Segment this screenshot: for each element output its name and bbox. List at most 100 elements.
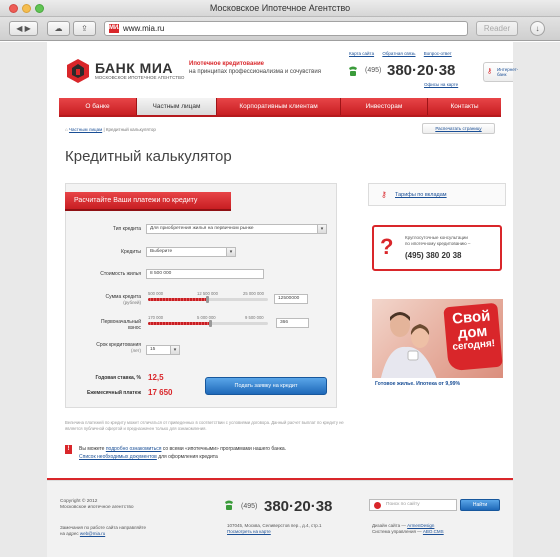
programs-link[interactable]: подробно ознакомиться xyxy=(106,446,162,452)
apply-for-loan-button[interactable]: Подать заявку на кредит xyxy=(205,377,327,395)
down-payment-slider-handle[interactable] xyxy=(209,320,213,327)
consult-text-1: Круглосуточные консультации xyxy=(405,235,468,240)
consult-block: ? Круглосуточные консультации по ипотечн… xyxy=(372,225,502,271)
footer xyxy=(47,480,513,557)
exclamation-icon: ! xyxy=(65,445,72,454)
down-payment-slider-fill xyxy=(148,322,211,325)
consult-phone: (495) 380 20 38 xyxy=(405,251,462,260)
footer-phone-number: 380·20·38 xyxy=(264,498,333,515)
loan-amount-slider-handle[interactable] xyxy=(205,296,209,303)
print-page-button[interactable]: Распечатать страницу xyxy=(422,123,495,134)
chevron-down-icon: ▾ xyxy=(317,225,326,233)
window-titlebar: Московское Ипотечное Агентство xyxy=(0,0,560,17)
loan-type-value: Для приобретения жилья на первичном рынк… xyxy=(150,226,254,231)
chevron-down-icon: ▾ xyxy=(170,346,179,354)
disclaimer-note: Величина платежей по кредиту может отлич… xyxy=(65,420,344,431)
header-phone-number: 380·20·38 xyxy=(387,62,456,79)
offices-map-link[interactable]: Офисы на карте xyxy=(424,82,458,87)
search-button[interactable]: Найти xyxy=(460,499,500,511)
internet-bank-label-2: банк xyxy=(497,72,507,77)
nav-item-contacts[interactable]: Контакты xyxy=(428,98,501,115)
faq-link[interactable]: Вопрос-ответ xyxy=(424,51,452,56)
cms-link[interactable]: ABO.CMS xyxy=(423,529,444,534)
page-title: Кредитный калькулятор xyxy=(65,148,232,165)
map-link[interactable]: Посмотреть на карте xyxy=(227,529,271,534)
property-cost-input[interactable]: 8 500 000 xyxy=(146,269,264,279)
search-placeholder: Поиск по сайту xyxy=(386,502,420,507)
promo-caption[interactable]: Готовое жилье. Ипотека от 9,99% xyxy=(372,378,503,391)
share-icon: ⇪ xyxy=(81,24,88,33)
credits-value: Выберите xyxy=(150,249,173,254)
loan-type-select[interactable]: Для приобретения жилья на первичном рынк… xyxy=(146,224,327,234)
back-icon[interactable]: ◀ xyxy=(16,24,22,33)
phone-icon xyxy=(225,500,233,510)
credits-select[interactable]: Выберите ▾ xyxy=(146,247,236,257)
browser-toolbar: ◀ ▶ ☁ ⇪ МИА www.mia.ru Reader ↓ xyxy=(0,17,560,41)
forward-icon[interactable]: ▶ xyxy=(25,24,31,33)
question-icon: ? xyxy=(380,234,394,259)
down-payment-label-2: взнос xyxy=(128,325,141,331)
downloads-icon[interactable]: ↓ xyxy=(530,21,545,36)
down-payment-label: Первоначальный взнос xyxy=(61,319,141,331)
email-link[interactable]: web@mia.ru xyxy=(80,531,105,536)
tariffs-link[interactable]: Тарифы по вкладам xyxy=(395,192,447,198)
loan-amount-input[interactable]: 12500000 xyxy=(274,294,308,304)
nav-item-private[interactable]: Частным лицам xyxy=(137,98,217,115)
loan-amount-slider[interactable] xyxy=(148,296,268,303)
breadcrumb-link[interactable]: Частным лицам xyxy=(69,127,102,132)
share-button[interactable]: ⇪ xyxy=(73,21,96,36)
home-icon[interactable]: ⌂ xyxy=(65,127,68,132)
favicon-icon: МИА xyxy=(109,24,123,33)
credits-label: Кредиты xyxy=(121,249,141,255)
calculator-header: Расчитайте Ваши платежи по кредиту xyxy=(65,192,231,209)
footer-mail: Замечания по работе сайта направляйте на… xyxy=(60,525,146,537)
feedback-link[interactable]: Обратная связь xyxy=(382,51,415,56)
calculator-header-shadow xyxy=(65,209,231,211)
nav-item-corporate[interactable]: Корпоративным клиентам xyxy=(217,98,341,115)
rate-value: 12,5 xyxy=(148,373,164,382)
nav-item-investors[interactable]: Инвесторам xyxy=(341,98,428,115)
down-payment-slider[interactable] xyxy=(148,320,268,327)
header-phone-code: (495) xyxy=(365,67,382,74)
address-bar[interactable]: МИА www.mia.ru xyxy=(104,21,468,36)
nav-underline xyxy=(59,115,501,117)
consult-text: Круглосуточные консультации по ипотечном… xyxy=(405,235,470,247)
info-line-2-post: для оформления кредита xyxy=(156,454,218,460)
property-cost-label: Стоимость жилья xyxy=(100,271,141,277)
mail-text-2: на адрес xyxy=(60,531,80,536)
design-text: Дизайн сайта — xyxy=(372,523,408,528)
logo-name[interactable]: БАНК МИА xyxy=(95,60,173,76)
mail-text-1: Замечания по работе сайта направляйте xyxy=(60,525,146,530)
down-scale-max: 9 500 000 xyxy=(245,315,264,320)
tagline-title: Ипотечное кредитование xyxy=(189,61,264,67)
nav-item-about[interactable]: О банке xyxy=(59,98,137,115)
payment-label: Ежемесячный платеж xyxy=(87,390,141,396)
bank-logo-icon[interactable] xyxy=(67,59,89,83)
address-url[interactable]: www.mia.ru xyxy=(123,24,164,33)
down-payment-input[interactable]: 366 xyxy=(276,318,309,328)
reader-button[interactable]: Reader xyxy=(476,21,518,36)
loan-scale-max: 25 000 000 xyxy=(243,291,264,296)
breadcrumb: ⌂ Частным лицам | Кредитный калькулятор xyxy=(65,127,156,132)
design-link[interactable]: ArmenDesign xyxy=(407,523,434,528)
copyright-sub: Московское ипотечное агентство xyxy=(60,505,134,510)
term-select[interactable]: 15 ▾ xyxy=(146,345,180,355)
icloud-button[interactable]: ☁ xyxy=(47,21,70,36)
internet-bank-button[interactable]: ⚷ Интернет- банк xyxy=(483,62,518,82)
sitemap-link[interactable]: Карта сайта xyxy=(349,51,374,56)
documents-link[interactable]: Список необходимых документов xyxy=(79,454,157,460)
breadcrumb-current: Кредитный калькулятор xyxy=(105,127,156,132)
cms-text: Система управления — xyxy=(372,529,423,534)
tagline-subtitle: на принципах профессионализма и сочувств… xyxy=(189,69,321,75)
loan-amount-unit: (рублей) xyxy=(123,300,141,305)
address-text: 107045, Москва, Селиверстов пер., д.4, с… xyxy=(227,523,322,528)
footer-phone-code: (495) xyxy=(241,503,258,510)
search-input[interactable]: Поиск по сайту xyxy=(369,499,457,511)
window-title: Московское Ипотечное Агентство xyxy=(209,3,351,13)
info-line-1: Вы можете подробно ознакомиться со всеми… xyxy=(79,446,286,452)
down-scale-mid: 5 000 000 xyxy=(197,315,216,320)
info-line-1-post: со всеми «ипотечными» программами нашего… xyxy=(161,446,287,452)
logo-subtitle: МОСКОВСКОЕ ИПОТЕЧНОЕ АГЕНТСТВО xyxy=(95,75,185,80)
back-forward-buttons[interactable]: ◀ ▶ xyxy=(9,21,38,36)
info-line-1-pre: Вы можете xyxy=(79,446,106,452)
